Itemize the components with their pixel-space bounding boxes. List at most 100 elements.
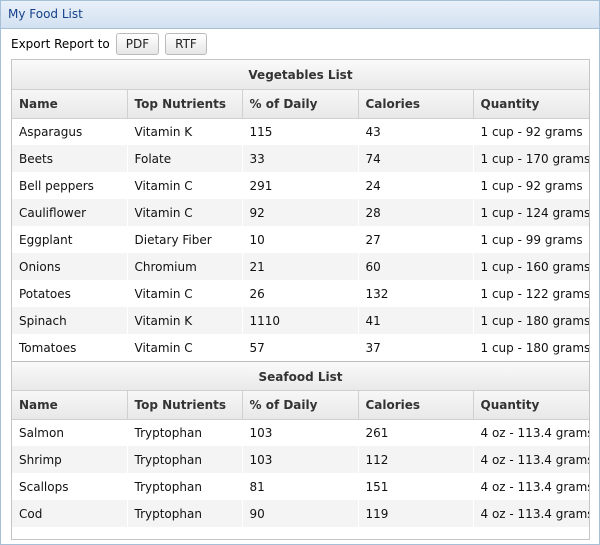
cell-name: Potatoes	[19, 286, 71, 301]
column-header-quantity[interactable]: Quantity	[473, 391, 589, 420]
cell-top-nutrient: Tryptophan	[127, 446, 242, 473]
column-header-quantity[interactable]: Quantity	[473, 90, 589, 119]
cell-top-nutrient: Tryptophan	[134, 426, 202, 441]
table-row[interactable]: Tomatoes Vitamin C 57 37 1 cup - 180 grams	[12, 334, 589, 361]
cell-name: Eggplant	[19, 232, 73, 247]
cell-top-nutrient: Vitamin C	[134, 286, 193, 301]
cell-percent-daily: 103	[242, 446, 358, 473]
cell-calories: 74	[358, 145, 473, 172]
cell-top-nutrient: Vitamin K	[127, 307, 242, 334]
column-header-name[interactable]: Name	[12, 90, 128, 119]
cell-top-nutrient: Tryptophan	[134, 479, 202, 494]
cell-percent-daily: 57	[249, 340, 265, 355]
cell-calories: 60	[358, 253, 473, 280]
cell-name: Cod	[12, 500, 127, 527]
cell-calories: 28	[358, 199, 473, 226]
vegetables-rows: Asparagus Vitamin K 115 43 1 cup - 92 grams B…	[12, 118, 589, 361]
cell-quantity: 4 oz - 113.4 grams	[480, 426, 590, 441]
cell-percent-daily: 81	[249, 479, 265, 494]
export-toolbar: Export Report to PDF RTF	[1, 29, 599, 59]
cell-name: Beets	[12, 145, 127, 172]
export-label: Export Report to	[11, 37, 110, 51]
cell-percent-daily: 90	[242, 500, 358, 527]
table-row[interactable]: Shrimp Tryptophan 103 112 4 oz - 113.4 grams	[12, 446, 589, 473]
cell-percent-daily: 92	[242, 199, 358, 226]
cell-percent-daily: 21	[242, 253, 358, 280]
cell-top-nutrient: Vitamin C	[127, 199, 242, 226]
cell-top-nutrient: Vitamin C	[134, 178, 193, 193]
column-header-calories[interactable]: Calories	[358, 391, 474, 420]
table-row[interactable]: Beets Folate 33 74 1 cup - 170 grams	[12, 145, 589, 172]
column-header-top-nutrients[interactable]: Top Nutrients	[127, 90, 243, 119]
seafood-table: Name Top Nutrients % of Daily Calories Q…	[12, 391, 589, 527]
table-row[interactable]: Potatoes Vitamin C 26 132 1 cup - 122 grams	[12, 280, 589, 307]
cell-calories: 43	[365, 125, 381, 140]
column-header-top-nutrients[interactable]: Top Nutrients	[127, 391, 243, 420]
cell-calories: 37	[365, 340, 381, 355]
cell-name: Tomatoes	[19, 340, 77, 355]
cell-calories: 27	[365, 232, 381, 247]
cell-top-nutrient: Folate	[127, 145, 242, 172]
cell-calories: 119	[358, 500, 473, 527]
cell-quantity: 1 cup - 122 grams	[480, 286, 590, 301]
cell-name: Shrimp	[12, 446, 127, 473]
vegetables-list-title: Vegetables List	[12, 60, 589, 90]
panel-title: My Food List	[1, 1, 599, 29]
table-row[interactable]: Onions Chromium 21 60 1 cup - 160 grams	[12, 253, 589, 280]
cell-quantity: 4 oz - 113.4 grams	[473, 446, 589, 473]
table-row[interactable]: Spinach Vitamin K 1110 41 1 cup - 180 grams	[12, 307, 589, 334]
cell-quantity: 1 cup - 92 grams	[480, 178, 583, 193]
column-header-percent-daily[interactable]: % of Daily	[242, 391, 359, 420]
cell-top-nutrient: Dietary Fiber	[134, 232, 212, 247]
cell-percent-daily: 10	[249, 232, 265, 247]
cell-top-nutrient: Chromium	[127, 253, 242, 280]
cell-quantity: 1 cup - 180 grams	[473, 307, 589, 334]
export-rtf-button[interactable]: RTF	[165, 33, 207, 55]
cell-quantity: 1 cup - 160 grams	[473, 253, 589, 280]
cell-percent-daily: 115	[249, 125, 273, 140]
table-row[interactable]: Eggplant Dietary Fiber 10 27 1 cup - 99 gram…	[12, 226, 589, 253]
cell-percent-daily: 291	[249, 178, 273, 193]
table-row[interactable]: Cod Tryptophan 90 119 4 oz - 113.4 grams	[12, 500, 589, 527]
cell-top-nutrient: Tryptophan	[127, 500, 242, 527]
cell-calories: 261	[365, 426, 389, 441]
vegetables-table: Name Top Nutrients % of Daily Calories Q…	[12, 90, 589, 361]
cell-quantity: 1 cup - 99 grams	[480, 232, 583, 247]
table-row[interactable]: Cauliflower Vitamin C 92 28 1 cup - 124 gram…	[12, 199, 589, 226]
cell-quantity: 4 oz - 113.4 grams	[480, 479, 590, 494]
seafood-list-title: Seafood List	[12, 361, 589, 391]
column-header-calories[interactable]: Calories	[358, 90, 474, 119]
cell-name: Spinach	[12, 307, 127, 334]
cell-calories: 132	[365, 286, 389, 301]
column-header-percent-daily[interactable]: % of Daily	[242, 90, 359, 119]
cell-quantity: 1 cup - 92 grams	[480, 125, 583, 140]
seafood-header-row: Name Top Nutrients % of Daily Calories Q…	[12, 391, 589, 420]
table-row[interactable]: Bell peppers Vitamin C 291 24 1 cup - 92 gra…	[12, 172, 589, 199]
cell-percent-daily: 103	[249, 426, 273, 441]
vegetables-header-row: Name Top Nutrients % of Daily Calories Q…	[12, 90, 589, 119]
cell-percent-daily: 1110	[242, 307, 358, 334]
cell-calories: 24	[365, 178, 381, 193]
cell-quantity: 4 oz - 113.4 grams	[473, 500, 589, 527]
cell-quantity: 1 cup - 170 grams	[473, 145, 589, 172]
food-lists-container: Vegetables List Name Top Nutrients % of …	[11, 59, 590, 540]
cell-calories: 151	[365, 479, 389, 494]
cell-calories: 41	[358, 307, 473, 334]
cell-top-nutrient: Vitamin K	[134, 125, 193, 140]
table-row[interactable]: Asparagus Vitamin K 115 43 1 cup - 92 grams	[12, 118, 589, 145]
table-row[interactable]: Salmon Tryptophan 103 261 4 oz - 113.4 grams	[12, 419, 589, 446]
cell-percent-daily: 33	[242, 145, 358, 172]
cell-name: Scallops	[19, 479, 69, 494]
cell-calories: 112	[358, 446, 473, 473]
table-row[interactable]: Scallops Tryptophan 81 151 4 oz - 113.4 gram…	[12, 473, 589, 500]
cell-name: Asparagus	[19, 125, 83, 140]
cell-name: Cauliflower	[12, 199, 127, 226]
cell-name: Salmon	[19, 426, 64, 441]
cell-top-nutrient: Vitamin C	[134, 340, 193, 355]
food-list-panel: My Food List Export Report to PDF RTF Ve…	[0, 0, 600, 545]
cell-name: Onions	[12, 253, 127, 280]
cell-quantity: 1 cup - 180 grams	[480, 340, 590, 355]
seafood-rows: Salmon Tryptophan 103 261 4 oz - 113.4 grams…	[12, 419, 589, 527]
column-header-name[interactable]: Name	[12, 391, 128, 420]
export-pdf-button[interactable]: PDF	[115, 33, 160, 55]
